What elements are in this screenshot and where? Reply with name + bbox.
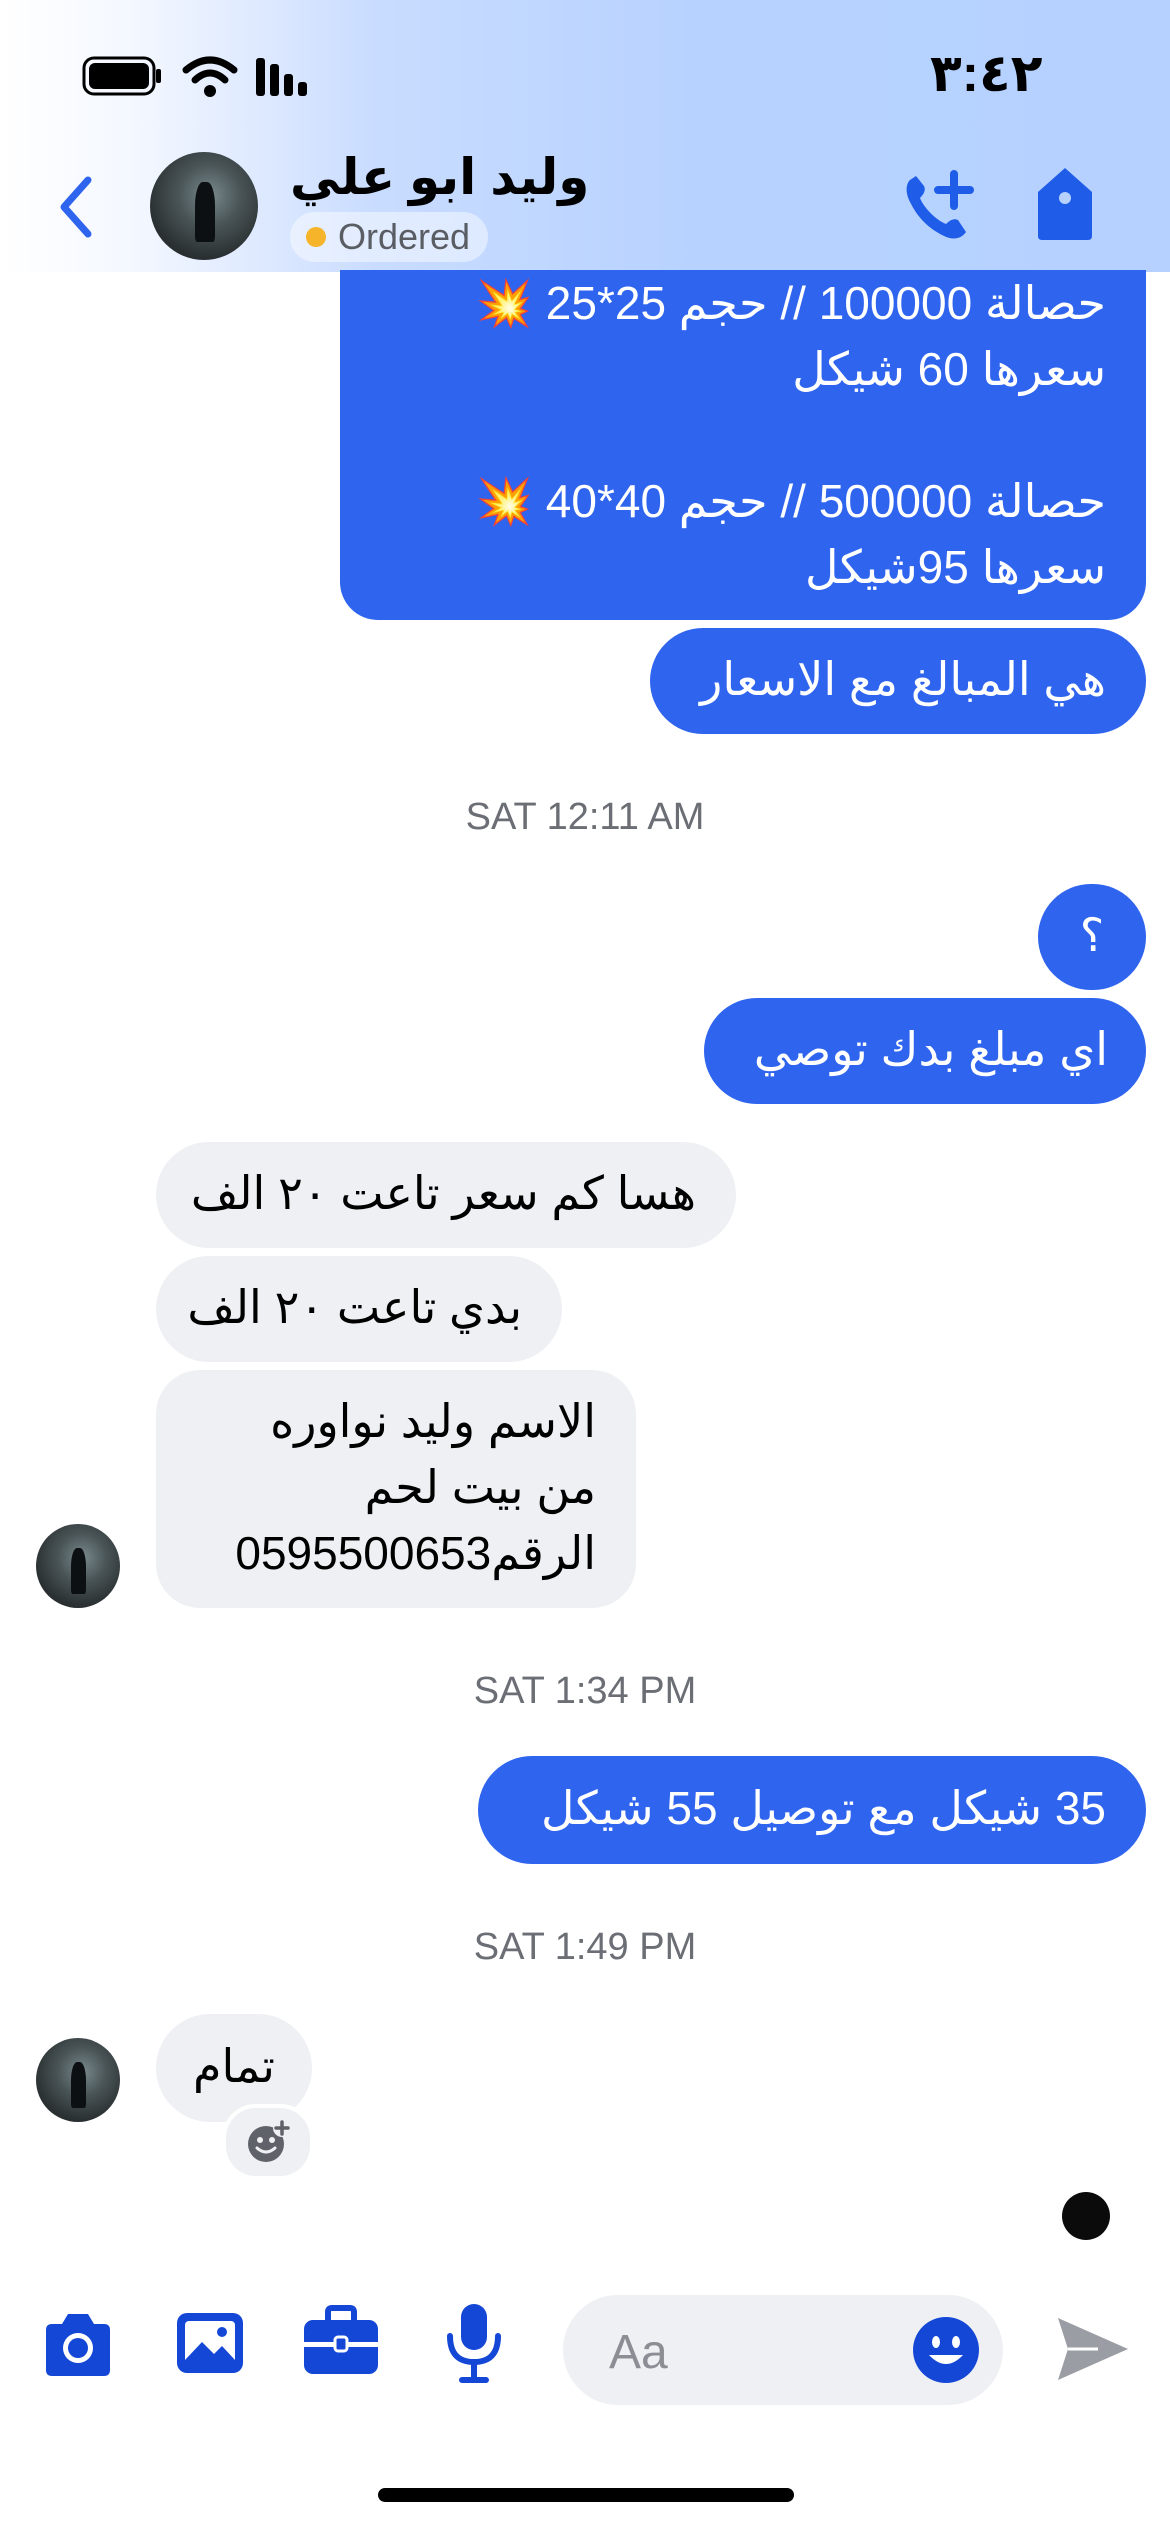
microphone-icon[interactable]	[444, 2302, 504, 2384]
briefcase-icon[interactable]	[302, 2304, 380, 2378]
send-icon[interactable]	[1054, 2314, 1130, 2384]
outgoing-message-amounts[interactable]: هي المبالغ مع الاسعار	[650, 628, 1146, 734]
outgoing-message-prices[interactable]: حصالة 100000 // حجم 25*25 💥 سعرها 60 شيك…	[340, 270, 1146, 620]
incoming-message-how-much[interactable]: هسا كم سعر تاعت ٢٠ الف	[156, 1142, 736, 1248]
home-indicator	[378, 2488, 794, 2502]
seen-indicator-avatar	[1062, 2192, 1110, 2240]
back-chevron-icon[interactable]	[56, 176, 96, 238]
status-dot	[306, 227, 326, 247]
timestamp: SAT 1:34 PM	[473, 1670, 697, 1712]
status-label: Ordered	[338, 216, 471, 257]
add-reaction-icon	[248, 2119, 291, 2162]
message-input[interactable]: Aa	[563, 2295, 1003, 2405]
tag-icon[interactable]	[1034, 166, 1096, 242]
wifi-icon	[182, 56, 238, 97]
photo-icon[interactable]	[174, 2310, 246, 2376]
add-reaction-button[interactable]	[222, 2104, 314, 2180]
message-input-placeholder: Aa	[609, 2326, 668, 2379]
status-badge[interactable]: Ordered	[290, 212, 489, 262]
emoji-icon[interactable]	[911, 2315, 981, 2385]
phone-plus-icon[interactable]	[896, 166, 974, 244]
camera-icon[interactable]	[40, 2310, 116, 2380]
contact-avatar-small[interactable]	[36, 1524, 120, 1608]
outgoing-message-which[interactable]: اي مبلغ بدك توصي	[704, 998, 1146, 1104]
battery-icon	[82, 56, 161, 96]
status-time: ٣:٤٢	[930, 45, 1043, 103]
outgoing-message-price-delivery[interactable]: 35 شيكل مع توصيل 55 شيكل	[478, 1756, 1146, 1864]
contact-name[interactable]: وليد ابو علي	[290, 148, 589, 206]
cellular-signal-icon	[256, 58, 307, 96]
timestamp: SAT 12:11 AM	[465, 796, 705, 838]
contact-avatar[interactable]	[150, 152, 258, 260]
incoming-message-details[interactable]: الاسم وليد نواوره من بيت لحم الرقم059550…	[156, 1370, 636, 1608]
timestamp: SAT 1:49 PM	[473, 1926, 697, 1968]
contact-avatar-small[interactable]	[36, 2038, 120, 2122]
incoming-message-want[interactable]: بدي تاعت ٢٠ الف	[156, 1256, 562, 1362]
outgoing-message-question[interactable]: ؟	[1038, 884, 1146, 990]
